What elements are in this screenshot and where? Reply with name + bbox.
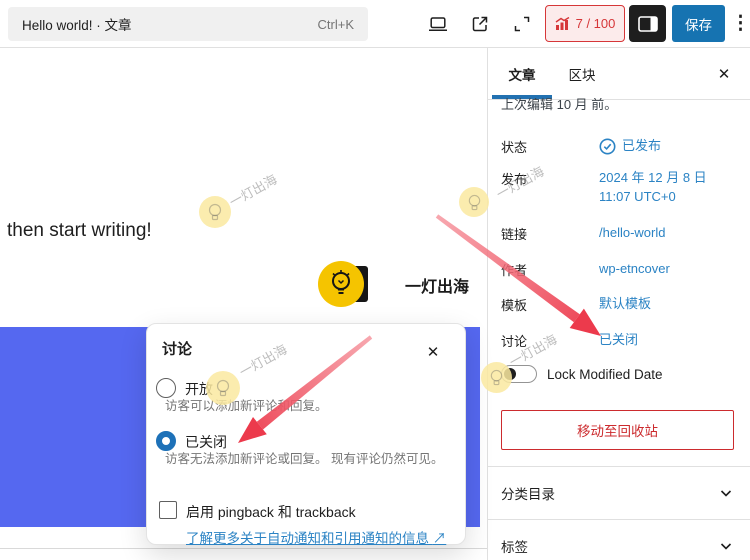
external-link-icon: [470, 14, 490, 34]
radio-open[interactable]: [156, 378, 176, 398]
check-circle-icon: [599, 138, 616, 155]
canvas-bottom-divider: [0, 548, 487, 549]
editor-topbar: Hello world! · 文章 Ctrl+K: [0, 0, 750, 48]
pingback-checkbox-label[interactable]: 启用 pingback 和 trackback: [186, 502, 356, 522]
row-template-value[interactable]: 默认模板: [599, 295, 651, 314]
tab-post[interactable]: 文章: [492, 48, 552, 99]
tags-panel-label: 标签: [501, 536, 528, 556]
categories-panel-label: 分类目录: [501, 483, 555, 503]
row-link-value[interactable]: /hello-world: [599, 224, 665, 243]
chevron-down-icon: [718, 538, 734, 554]
lock-modified-date-label: Lock Modified Date: [547, 367, 663, 382]
post-settings-sidebar: 文章 区块 ✕ 上次编辑 10 月 前。 状态 已发布 发布 2024 年 12…: [487, 48, 750, 560]
keyboard-shortcut-hint: Ctrl+K: [318, 17, 354, 32]
row-author-value[interactable]: wp-etncover: [599, 260, 670, 279]
close-sidebar-button[interactable]: ✕: [712, 62, 736, 86]
chevron-down-icon: [718, 485, 734, 501]
fullscreen-icon: [512, 14, 532, 34]
last-edited-text: 上次编辑 10 月 前。: [501, 98, 617, 115]
watermark-bulb-faint: [199, 196, 231, 228]
view-post-button[interactable]: [469, 13, 491, 35]
row-publish: 发布 2024 年 12 月 8 日 11:07 UTC+0: [501, 169, 738, 207]
watermark-logo: [318, 261, 364, 307]
discussion-popover: 讨论 ✕ 开放 访客可以添加新评论和回复。 已关闭 访客无法添加新评论或回复。 …: [146, 323, 466, 545]
radio-closed-description: 访客无法添加新评论或回复。 现有评论仍然可见。: [165, 449, 455, 470]
lightbulb-icon: [329, 269, 353, 299]
learn-more-link[interactable]: 了解更多关于自动通知和引用通知的信息 ↗: [186, 527, 446, 547]
row-author: 作者 wp-etncover: [501, 260, 738, 279]
move-to-trash-button[interactable]: 移动至回收站: [501, 410, 734, 450]
laptop-preview-icon: [428, 14, 448, 34]
sidebar-toggle-icon: [638, 16, 658, 32]
options-menu-button[interactable]: ⋮: [731, 11, 749, 37]
document-title: Hello world! · 文章: [22, 14, 132, 34]
sidebar-tabbar: 文章 区块: [488, 48, 750, 100]
row-status-value[interactable]: 已发布: [599, 137, 661, 156]
tags-panel-toggle[interactable]: 标签: [488, 520, 750, 560]
toggle-knob: [504, 368, 516, 380]
radio-closed[interactable]: [156, 431, 176, 451]
row-discussion: 讨论 已关闭: [501, 331, 738, 350]
seo-score-badge[interactable]: 7 / 100: [545, 5, 625, 42]
row-publish-value[interactable]: 2024 年 12 月 8 日 11:07 UTC+0: [599, 169, 729, 207]
save-button[interactable]: 保存: [672, 5, 725, 42]
row-status-label: 状态: [501, 137, 599, 156]
watermark-brand-text: 一灯出海: [405, 273, 469, 297]
row-link: 链接 /hello-world: [501, 224, 738, 243]
seo-score-value: 7 / 100: [576, 16, 616, 31]
categories-panel-toggle[interactable]: 分类目录: [488, 467, 750, 519]
row-template: 模板 默认模板: [501, 295, 738, 314]
fullscreen-button[interactable]: [511, 13, 533, 35]
dialog-close-button[interactable]: ✕: [421, 340, 445, 364]
lock-modified-date-row: Lock Modified Date: [501, 365, 663, 383]
tab-block[interactable]: 区块: [552, 48, 612, 99]
preview-button[interactable]: [427, 13, 449, 35]
pingback-checkbox[interactable]: [159, 501, 177, 519]
row-publish-label: 发布: [501, 169, 599, 207]
wordpress-editor: Hello world! · 文章 Ctrl+K: [0, 0, 750, 560]
row-author-label: 作者: [501, 260, 599, 279]
row-status: 状态 已发布: [501, 137, 738, 156]
settings-sidebar-toggle[interactable]: [629, 5, 666, 42]
row-discussion-value[interactable]: 已关闭: [599, 331, 638, 350]
command-search-bar[interactable]: Hello world! · 文章 Ctrl+K: [8, 7, 368, 41]
lock-modified-date-toggle[interactable]: [501, 365, 537, 383]
watermark-bulb-faint: [459, 187, 489, 217]
dialog-title: 讨论: [162, 338, 192, 359]
watermark-logo-tab: [352, 266, 368, 302]
external-arrow-icon: ↗: [433, 531, 447, 546]
post-paragraph[interactable]: then start writing!: [7, 220, 152, 242]
radio-open-description: 访客可以添加新评论和回复。: [165, 396, 455, 417]
row-template-label: 模板: [501, 295, 599, 314]
seo-chart-icon: [555, 17, 570, 31]
watermark-text: 一灯出海: [225, 169, 280, 211]
row-link-label: 链接: [501, 224, 599, 243]
row-discussion-label: 讨论: [501, 331, 599, 350]
